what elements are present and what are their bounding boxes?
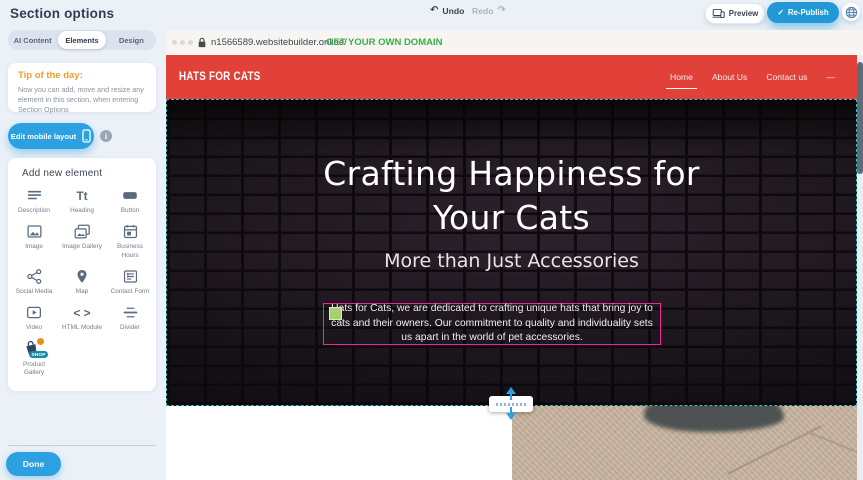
page-title: Section options: [10, 6, 114, 21]
carpet-seam: [806, 430, 857, 455]
hero-paragraph: Hats for Cats, we are dedicated to craft…: [330, 302, 654, 347]
browser-dots-icon: [172, 40, 193, 45]
site-header: HATS FOR CATS Home About Us Contact us —: [166, 55, 857, 99]
tab-design[interactable]: Design: [108, 31, 155, 49]
element-description[interactable]: Description: [10, 186, 58, 215]
mobile-phone-icon: [82, 129, 91, 143]
add-element-heading: Add new element: [22, 168, 102, 179]
heading-icon: Tt: [76, 186, 87, 205]
redo-button[interactable]: Redo ↷: [472, 6, 506, 16]
done-button[interactable]: Done: [6, 452, 61, 476]
element-business-hours[interactable]: Business Hours: [106, 222, 154, 260]
devices-icon: [712, 8, 725, 19]
check-icon: ✓: [777, 8, 784, 17]
product-gallery-icon: SHOP: [24, 340, 44, 359]
element-grid: Description Tt Heading Button Image: [10, 186, 154, 377]
element-map[interactable]: Map: [58, 267, 106, 296]
video-play-icon: [25, 303, 43, 322]
globe-icon: [845, 6, 858, 19]
selection-handle[interactable]: [329, 307, 342, 320]
tab-elements[interactable]: Elements: [58, 31, 105, 49]
undo-button[interactable]: ↶ Undo: [430, 6, 464, 16]
element-image-gallery[interactable]: Image Gallery: [58, 222, 106, 260]
next-section-image: [512, 406, 857, 480]
language-globe-button[interactable]: [842, 3, 860, 21]
get-domain-link[interactable]: GET YOUR OWN DOMAIN: [326, 37, 442, 48]
preview-button[interactable]: Preview: [705, 3, 765, 24]
tab-ai-content[interactable]: AI Content: [9, 31, 56, 49]
undo-icon: ↶: [430, 6, 438, 16]
resize-arrow-down-icon: [506, 413, 516, 420]
republish-button[interactable]: ✓ Re-Publish: [767, 2, 839, 23]
preview-scrollbar-thumb[interactable]: [857, 62, 863, 174]
hero-section[interactable]: Crafting Happiness for Your Cats More th…: [166, 99, 857, 406]
element-divider[interactable]: Divider: [106, 303, 154, 332]
tip-heading: Tip of the day:: [18, 70, 83, 81]
shop-badge: SHOP: [29, 351, 48, 358]
panel-tabs: AI Content Elements Design: [8, 30, 156, 50]
tip-of-the-day-card: Tip of the day: Now you can add, move an…: [8, 63, 156, 112]
resize-arrow-up-stem: [510, 393, 512, 400]
element-button[interactable]: Button: [106, 186, 154, 215]
social-media-icon: [26, 267, 43, 286]
browser-bar: n1566589.websitebuilder.online/ GET YOUR…: [166, 30, 863, 55]
notification-badge-icon: [36, 337, 45, 346]
info-icon[interactable]: i: [100, 130, 112, 142]
site-logo[interactable]: HATS FOR CATS: [179, 69, 261, 83]
nav-home[interactable]: Home: [670, 68, 693, 86]
grip-dots-icon: [496, 403, 526, 406]
image-gallery-icon: [73, 222, 91, 241]
add-element-card: Add new element Description Tt Heading B…: [8, 158, 156, 391]
map-pin-icon: [74, 267, 90, 286]
edit-mobile-layout-label: Edit mobile layout: [11, 132, 76, 141]
cat-shadow-shape: [644, 406, 784, 432]
image-icon: [26, 222, 43, 241]
nav-contact-us[interactable]: Contact us: [766, 68, 807, 86]
description-icon: [26, 186, 43, 205]
redo-icon: ↷: [497, 6, 505, 16]
edit-mobile-layout-button[interactable]: Edit mobile layout: [8, 123, 94, 149]
lock-icon: [197, 36, 207, 49]
code-brackets-icon: < >: [73, 303, 90, 322]
element-image[interactable]: Image: [10, 222, 58, 260]
hero-subheading[interactable]: More than Just Accessories: [167, 250, 856, 272]
tip-body: Now you can add, move and resize any ele…: [18, 85, 146, 115]
button-icon: [121, 186, 139, 205]
nav-more-icon[interactable]: —: [826, 68, 835, 86]
next-section-blank: [166, 406, 512, 480]
contact-form-icon: [122, 267, 139, 286]
element-html-module[interactable]: < > HTML Module: [58, 303, 106, 332]
hero-heading[interactable]: Crafting Happiness for Your Cats: [284, 152, 740, 240]
element-video[interactable]: Video: [10, 303, 58, 332]
element-product-gallery[interactable]: SHOP Product Gallery: [10, 340, 58, 378]
nav-about-us[interactable]: About Us: [712, 68, 747, 86]
business-hours-icon: [122, 222, 139, 241]
element-contact-form[interactable]: Contact Form: [106, 267, 154, 296]
element-heading[interactable]: Tt Heading: [58, 186, 106, 215]
website-builder-app: Section options AI Content Elements Desi…: [0, 0, 863, 480]
element-social-media[interactable]: Social Media: [10, 267, 58, 296]
selected-paragraph-box[interactable]: Hats for Cats, we are dedicated to craft…: [323, 303, 661, 345]
site-nav: Home About Us Contact us —: [670, 55, 835, 99]
panel-divider: [8, 445, 156, 446]
divider-icon: [122, 303, 139, 322]
